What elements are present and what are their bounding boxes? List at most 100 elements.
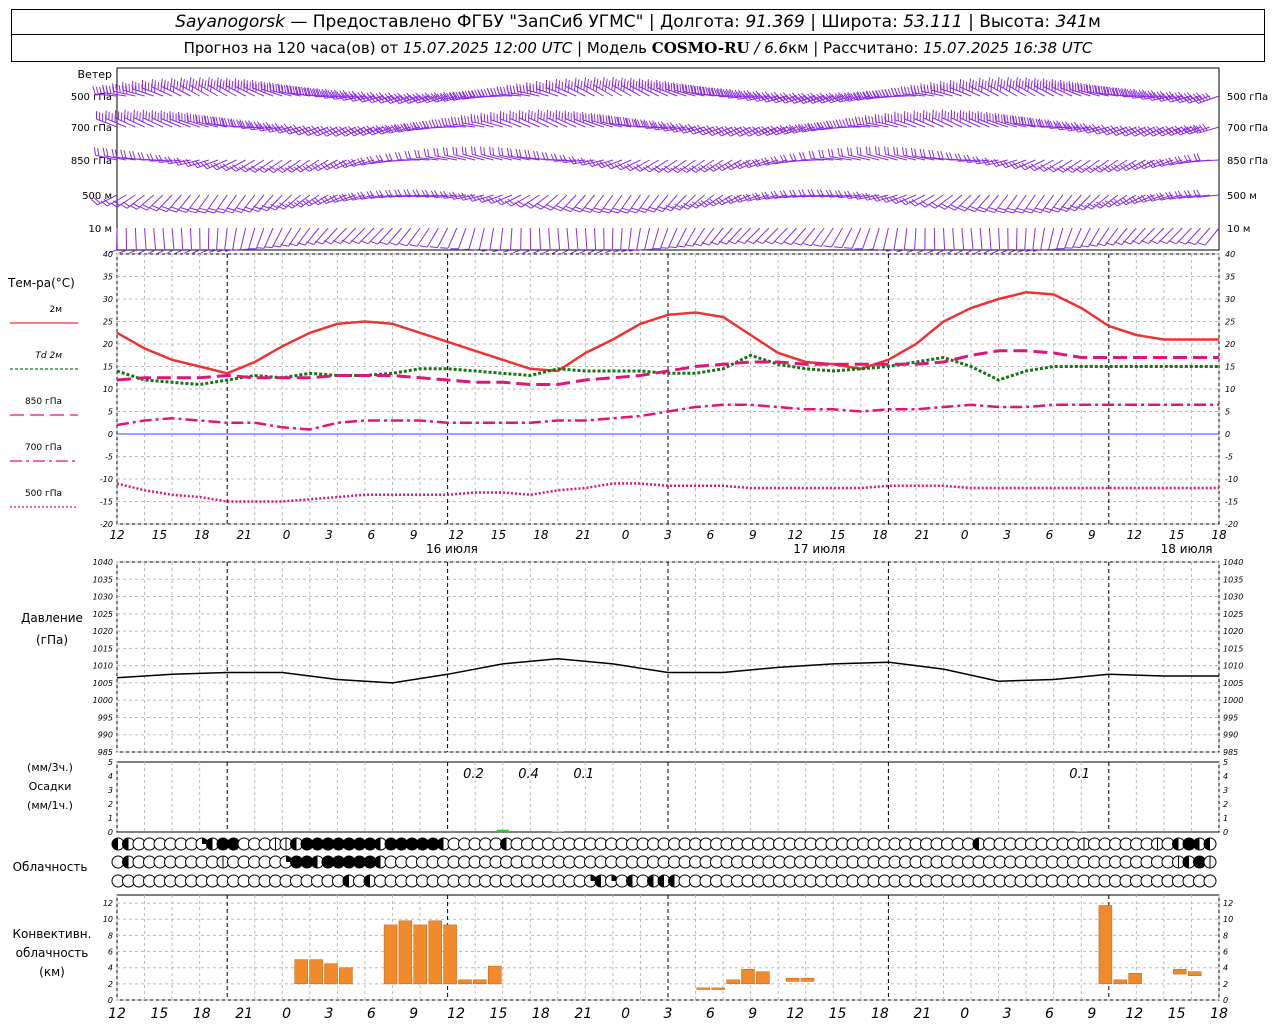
wind-barb-feather <box>831 149 834 158</box>
hour-tick-bottom: 21 <box>574 1006 592 1022</box>
wind-barb-feather <box>940 151 944 160</box>
precip-title: Осадки <box>29 780 72 793</box>
wind-barb-feather <box>827 148 831 157</box>
wind-barb-feather <box>1003 80 1006 89</box>
wind-barb-feather <box>242 209 251 213</box>
wind-barb-feather <box>988 207 997 211</box>
wind-barb-feather <box>823 245 832 248</box>
temp-tick-right: 10 <box>1225 385 1235 394</box>
wind-barb-feather <box>928 149 932 158</box>
wind-barb-feather <box>887 113 890 122</box>
precip-tick-right: 4 <box>1223 772 1228 781</box>
wind-barb-feather <box>545 203 554 209</box>
wind-barbs <box>91 77 1220 254</box>
wind-barb-feather <box>529 83 532 92</box>
wind-barb-feather <box>546 109 549 118</box>
wind-barb-feather <box>932 109 934 118</box>
wind-barb-feather <box>199 207 208 211</box>
wind-barb <box>136 194 155 210</box>
wind-barb-feather <box>990 78 994 87</box>
wind-barb-feather <box>124 109 126 118</box>
wind-barb-feather <box>188 210 197 214</box>
wind-barb-feather <box>208 207 217 211</box>
wind-barb-feather <box>571 81 573 90</box>
wind-barb-feather <box>648 206 657 210</box>
wind-barb-feather <box>1000 78 1003 87</box>
pressure-tick-left: 990 <box>98 731 113 740</box>
pressure-tick-left: 995 <box>98 713 113 722</box>
wind-barb-feather <box>869 147 871 156</box>
conv-bar <box>756 971 770 985</box>
wind-barb-feather <box>399 243 408 247</box>
hour-tick-mid: 3 <box>664 528 672 542</box>
wind-barb-feather <box>574 77 577 86</box>
wind-barb-feather <box>164 79 166 88</box>
wind-barb-feather <box>1005 210 1014 214</box>
cloud-half <box>290 838 297 850</box>
wind-barb <box>232 227 237 250</box>
wind-barb-feather <box>360 240 369 245</box>
hour-tick-bottom: 9 <box>1087 1006 1096 1022</box>
wind-barb <box>162 227 166 250</box>
conv-bar <box>488 965 502 985</box>
wind-barb-feather <box>1025 207 1034 211</box>
wind-barb-feather <box>840 148 843 157</box>
wind-barb <box>134 227 137 251</box>
cloud-half <box>595 875 601 887</box>
wind-barb-feather <box>798 152 803 160</box>
wind-barb-feather <box>770 156 776 165</box>
precip-bar <box>496 829 509 832</box>
wind-barb <box>126 194 145 209</box>
wind-barb-feather <box>923 84 926 93</box>
wind-barb-feather <box>628 210 637 214</box>
wind-barb-feather <box>120 149 124 158</box>
wind-barb <box>893 227 899 250</box>
wind-barb <box>1108 159 1128 173</box>
wind-barb-feather <box>192 114 195 123</box>
cloud-half <box>647 875 654 887</box>
conv-tick-right: 10 <box>1223 915 1233 924</box>
wind-barb-feather <box>926 84 929 93</box>
wind-barb-feather <box>614 78 617 87</box>
wind-barb-feather <box>170 206 179 210</box>
wind-barb-feather <box>969 205 978 210</box>
conv-bar <box>800 977 815 982</box>
wind-barb-feather <box>563 208 572 213</box>
wind-barb-feather <box>984 80 987 89</box>
wind-barb-feather <box>878 147 880 156</box>
wind-barb-feather <box>745 239 754 245</box>
wind-barb-feather <box>584 77 587 86</box>
wind-barb <box>652 227 660 250</box>
wind-barb-feather <box>269 82 271 91</box>
temp-tick-right: -15 <box>1225 498 1238 507</box>
wind-barb-feather <box>429 246 438 249</box>
wind-barb-feather <box>930 201 939 207</box>
wind-barb-feather <box>835 119 840 128</box>
wind-barb-feather <box>978 77 981 86</box>
wind-barb-feather <box>1051 79 1053 88</box>
wind-barb-feather <box>534 112 536 121</box>
wind-barb-feather <box>919 148 923 157</box>
conv-tick-right: 2 <box>1223 980 1228 989</box>
wind-barb-feather <box>1001 114 1003 123</box>
conv-bar <box>458 979 472 985</box>
wind-barb-feather <box>1006 114 1009 123</box>
wind-barb-feather <box>875 146 877 155</box>
wind-barb-feather <box>206 210 215 214</box>
precip-tick-right: 2 <box>1223 800 1228 809</box>
wind-barb-feather <box>499 86 503 95</box>
wind-barb-feather <box>180 207 189 211</box>
conv-tick-left: 6 <box>108 948 113 957</box>
pressure-tick-right: 1040 <box>1223 558 1243 567</box>
pressure-title: Давление <box>21 611 83 625</box>
wind-barb-feather <box>1032 118 1036 127</box>
wind-barb-feather <box>858 116 862 125</box>
wind-barb-feather <box>590 112 593 121</box>
pressure-tick-left: 1000 <box>93 696 113 705</box>
wind-barb-feather <box>969 78 971 87</box>
wind-barb-feather <box>589 80 592 89</box>
wind-barb-feather <box>884 146 886 155</box>
wind-barb-feather <box>997 77 1000 86</box>
wind-barb <box>1121 227 1137 245</box>
wind-barb-feather <box>586 78 589 87</box>
